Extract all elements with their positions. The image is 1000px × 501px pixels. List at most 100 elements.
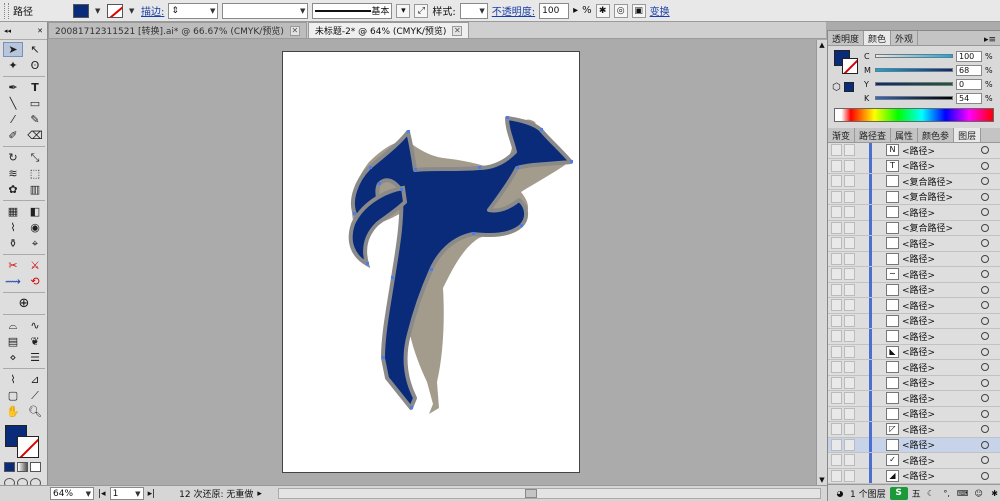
lock-toggle[interactable] <box>844 268 855 281</box>
ime-logo-icon[interactable]: S <box>889 486 908 500</box>
knife-tool-icon[interactable]: ⚔ <box>25 258 45 273</box>
target-icon[interactable] <box>981 332 989 341</box>
moon-icon[interactable]: ☾ <box>925 488 937 499</box>
target-icon[interactable] <box>981 394 989 403</box>
target-icon[interactable] <box>981 223 989 232</box>
tab-attributes[interactable]: 属性 <box>891 128 919 142</box>
visibility-toggle[interactable] <box>831 469 842 482</box>
stroke-swatch[interactable] <box>107 3 123 18</box>
lock-toggle[interactable] <box>844 423 855 436</box>
blend-tool-icon[interactable]: ◉ <box>25 220 45 235</box>
visibility-toggle[interactable] <box>831 454 842 467</box>
punctuation-icon[interactable]: °, <box>941 488 953 499</box>
target-icon[interactable] <box>981 440 989 449</box>
recolor-artwork-icon[interactable]: ✱ <box>595 3 610 18</box>
mesh-tool-icon[interactable]: ▦ <box>3 204 23 219</box>
layer-visibility-icon[interactable]: ◕ <box>834 488 846 499</box>
tab-gradient[interactable]: 渐变 <box>828 128 856 142</box>
tab-document-2[interactable]: 未标题-2* @ 64% (CMYK/预览) ✕ <box>307 22 470 38</box>
zoom-dropdown[interactable]: 64% ▼ <box>50 487 94 500</box>
visibility-toggle[interactable] <box>831 237 842 250</box>
status-menu-icon[interactable]: ▸ <box>257 489 262 499</box>
keyboard-icon[interactable]: ⌨ <box>957 488 969 499</box>
artboard-prev-icon[interactable]: |◂ <box>98 489 106 499</box>
free-transform-tool-icon[interactable]: ⬚ <box>25 166 45 181</box>
pen-tool-icon[interactable]: ✒ <box>3 80 23 95</box>
visibility-toggle[interactable] <box>831 144 842 157</box>
none-mode-button[interactable] <box>30 462 41 472</box>
rectangle-tool-icon[interactable]: ▭ <box>25 96 45 111</box>
layer-row[interactable]: ∼ <路径> <box>828 266 1000 283</box>
width-tool-icon[interactable]: ⟿ <box>3 274 23 289</box>
close-icon[interactable]: ✕ <box>289 25 300 36</box>
kangaroo-artwork[interactable] <box>283 52 581 474</box>
target-icon[interactable] <box>981 301 989 310</box>
black-slider[interactable] <box>875 96 953 100</box>
isolate-group-icon[interactable]: ▣ <box>631 3 646 18</box>
live-paint-selection-tool-icon[interactable]: ⌖ <box>25 236 45 251</box>
user-icon[interactable]: ☺ <box>973 488 985 499</box>
color-stroke-swatch[interactable] <box>842 58 858 74</box>
lock-toggle[interactable] <box>844 283 855 296</box>
target-icon[interactable] <box>981 347 989 356</box>
visibility-toggle[interactable] <box>831 376 842 389</box>
layer-row[interactable]: <路径> <box>828 282 1000 298</box>
artboard-tool-icon[interactable]: ⊕ <box>3 296 45 311</box>
stroke-dropdown-arrow[interactable]: ▼ <box>127 3 137 19</box>
expand-icon[interactable]: ⤢ <box>414 3 429 18</box>
visibility-toggle[interactable] <box>831 392 842 405</box>
stroke-color-box[interactable] <box>17 436 39 458</box>
scroll-down-icon[interactable]: ▼ <box>817 475 827 485</box>
opacity-link[interactable]: 不透明度: <box>492 3 535 18</box>
stroke-weight-field[interactable]: ⇕ ▼ <box>168 2 219 19</box>
color-spectrum-bar[interactable] <box>834 108 994 122</box>
graph-tool-icon[interactable]: ▤ <box>3 334 23 349</box>
visibility-toggle[interactable] <box>831 221 842 234</box>
wave-tool-icon[interactable]: ∿ <box>25 318 45 333</box>
lock-toggle[interactable] <box>844 345 855 358</box>
scissors-tool-icon[interactable]: ✂ <box>3 258 23 273</box>
lock-toggle[interactable] <box>844 159 855 172</box>
visibility-toggle[interactable] <box>831 175 842 188</box>
graphic-style-dropdown[interactable]: ▼ <box>459 2 488 19</box>
lock-toggle[interactable] <box>844 361 855 374</box>
layer-row[interactable]: ◣ <路径> <box>828 344 1000 360</box>
cyan-slider[interactable] <box>875 54 953 58</box>
close-icon[interactable]: ✕ <box>452 25 463 36</box>
chevron-down-icon[interactable]: ▼ <box>210 7 215 15</box>
selection-tool-icon[interactable]: ➤ <box>3 42 23 57</box>
scroll-thumb[interactable] <box>524 489 537 498</box>
tab-layers[interactable]: 图层 <box>954 128 982 142</box>
collapse-icon[interactable]: ◂◂ <box>4 27 11 35</box>
tab-color-guide[interactable]: 颜色参 <box>918 128 955 142</box>
lock-toggle[interactable] <box>844 299 855 312</box>
target-icon[interactable] <box>981 192 989 201</box>
lock-toggle[interactable] <box>844 438 855 451</box>
shape-builder-tool-icon[interactable]: ⟲ <box>25 274 45 289</box>
layer-row[interactable]: <路径> <box>828 235 1000 252</box>
target-icon[interactable] <box>981 378 989 387</box>
layer-row[interactable]: <路径> <box>828 390 1000 407</box>
panel-grip[interactable] <box>4 2 9 19</box>
target-icon[interactable] <box>981 316 989 325</box>
perspective-tool-icon[interactable]: ⋄ <box>3 350 23 365</box>
cyan-value-input[interactable]: 100 <box>956 50 982 62</box>
opacity-input[interactable]: 100 <box>539 2 570 19</box>
target-icon[interactable] <box>981 239 989 248</box>
tab-appearance[interactable]: 外观 <box>891 31 919 45</box>
lasso-tool-icon[interactable]: ʘ <box>25 58 45 73</box>
visibility-toggle[interactable] <box>831 438 842 451</box>
scale-tool-icon[interactable]: ⤡ <box>25 150 45 165</box>
lock-toggle[interactable] <box>844 454 855 467</box>
direct-selection-tool-icon[interactable]: ↖ <box>25 42 45 57</box>
color-mode-button[interactable] <box>4 462 15 472</box>
fill-dropdown-arrow[interactable]: ▼ <box>93 3 103 19</box>
target-icon[interactable] <box>981 254 989 263</box>
target-icon[interactable] <box>981 161 989 170</box>
brush-dropdown-arrow[interactable]: ▾ <box>396 3 411 18</box>
layer-row[interactable]: <路径> <box>828 375 1000 391</box>
out-of-gamut-cube-icon[interactable]: ⬡ <box>832 82 841 93</box>
target-icon[interactable] <box>981 208 989 217</box>
layer-row[interactable]: <路径> <box>828 359 1000 376</box>
black-value-input[interactable]: 54 <box>956 92 982 104</box>
